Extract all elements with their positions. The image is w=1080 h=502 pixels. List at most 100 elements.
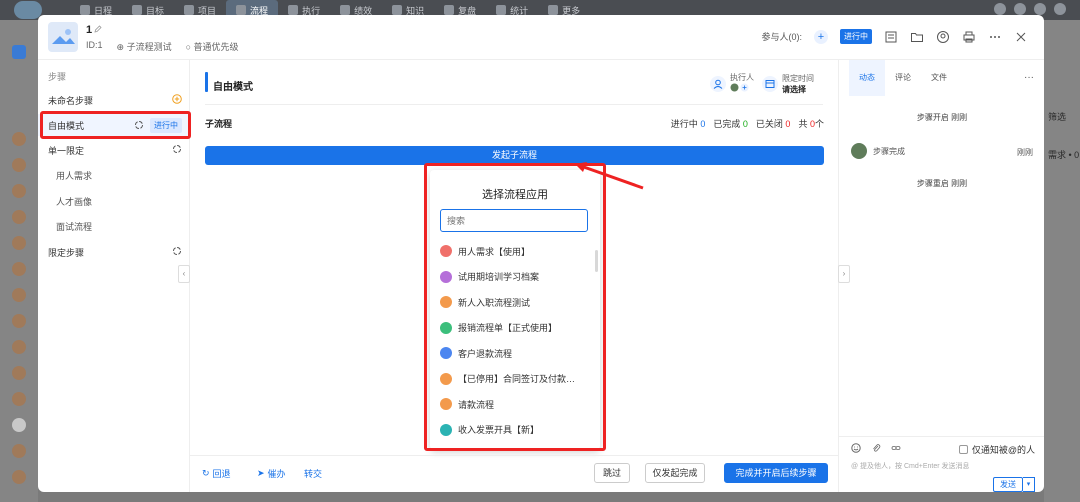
composer-input[interactable]: @ 提及他人，按 Cmd+Enter 发送消息 bbox=[851, 461, 991, 471]
steps-panel: 步骤 未命名步骤 自由模式 进行中 单一限定 用人需求 人才画像 面试流程 限定… bbox=[38, 60, 191, 492]
bg-avatar bbox=[12, 366, 26, 380]
tab-files[interactable]: 文件 bbox=[921, 60, 957, 96]
stat-total: 共 0个 bbox=[798, 119, 824, 129]
bg-avatar bbox=[12, 184, 26, 198]
steps-header: 步骤 bbox=[48, 72, 67, 82]
bg-avatar bbox=[12, 392, 26, 406]
add-step-icon[interactable] bbox=[172, 94, 182, 106]
bg-filter-label: 筛选 bbox=[1048, 112, 1067, 122]
stat-running: 进行中 0 bbox=[670, 119, 706, 129]
flow-meta: ID:1 ⊕ 子流程测试 ○ 普通优先级 bbox=[86, 40, 239, 53]
link-icon[interactable] bbox=[891, 443, 901, 455]
more-icon[interactable]: ··· bbox=[1024, 72, 1034, 83]
bg-avatar bbox=[12, 314, 26, 328]
step-content: 自由模式 执行人 限定时间 请选择 子流程 进行中 0 已完成 0 已关闭 0 … bbox=[190, 60, 838, 492]
participants-label: 参与人(0): bbox=[761, 32, 802, 42]
document-icon[interactable] bbox=[884, 30, 898, 44]
grid-icon bbox=[548, 5, 559, 15]
target-icon bbox=[132, 5, 143, 15]
step-item-single-limit[interactable]: 单一限定 bbox=[38, 139, 190, 161]
edit-pencil-icon[interactable] bbox=[94, 25, 102, 35]
background-sidebar bbox=[0, 20, 38, 502]
close-icon[interactable] bbox=[1014, 30, 1028, 44]
appbar-actions bbox=[994, 3, 1066, 15]
step-subitem-talent-profile[interactable]: 人才画像 bbox=[38, 190, 190, 212]
transfer-button[interactable]: 转交 bbox=[304, 467, 322, 480]
bg-avatar bbox=[12, 210, 26, 224]
deadline-field[interactable]: 限定时间 请选择 bbox=[762, 72, 814, 95]
more-icon[interactable] bbox=[988, 30, 1002, 44]
urge-button[interactable]: ➤ 催办 bbox=[257, 467, 286, 480]
user-icon bbox=[710, 75, 726, 92]
add-participant-button[interactable]: + bbox=[814, 29, 828, 44]
print-icon[interactable] bbox=[962, 30, 976, 44]
back-button[interactable]: ↻ 回退 bbox=[202, 467, 231, 480]
refresh-icon bbox=[172, 144, 182, 156]
bg-avatar bbox=[12, 418, 26, 432]
only-done-button[interactable]: 仅发起完成 bbox=[645, 463, 705, 483]
user-circle-icon[interactable] bbox=[936, 30, 950, 44]
attachment-icon[interactable] bbox=[871, 443, 881, 455]
activity-item: 步骤重启 刚刚 bbox=[916, 179, 968, 188]
tab-activity[interactable]: 动态 bbox=[849, 60, 885, 96]
background-right-panel bbox=[1044, 20, 1080, 502]
step-subitem-hiring-demand[interactable]: 用人需求 bbox=[38, 164, 190, 186]
flow-name-tag: ⊕ 子流程测试 bbox=[116, 42, 172, 52]
bg-avatar bbox=[12, 236, 26, 250]
settings-icon[interactable] bbox=[1054, 3, 1066, 15]
refresh-icon bbox=[172, 246, 182, 258]
step-item-limited[interactable]: 限定步骤 bbox=[38, 241, 190, 263]
chevron-down-icon[interactable]: ▾ bbox=[1023, 477, 1035, 492]
calendar-icon bbox=[762, 75, 778, 92]
modal-header: 1 ID:1 ⊕ 子流程测试 ○ 普通优先级 参与人(0): + 进行中 bbox=[38, 15, 1044, 60]
bg-demand-label: 需求 • 0 bbox=[1048, 150, 1080, 160]
activity-panel: 动态 评论 文件 ··· 步骤开启 刚刚 步骤完成 刚刚 步骤重启 刚刚 仅通知… bbox=[838, 60, 1044, 492]
performance-icon bbox=[340, 5, 351, 15]
avatar bbox=[851, 143, 867, 159]
stat-done: 已完成 0 bbox=[713, 119, 748, 129]
activity-item: 步骤开启 刚刚 bbox=[916, 113, 968, 122]
help-icon[interactable] bbox=[1014, 3, 1026, 15]
execute-icon bbox=[288, 5, 299, 15]
composer-tools bbox=[851, 443, 901, 455]
deadline-label: 限定时间 bbox=[782, 73, 814, 83]
step-action-bar: ↻ 回退 ➤ 催办 转交 跳过 仅发起完成 完成并开启后续步骤 bbox=[190, 455, 838, 492]
folder-icon[interactable] bbox=[910, 30, 924, 44]
flow-title: 1 bbox=[86, 24, 93, 36]
send-icon: ➤ bbox=[257, 468, 265, 478]
collapse-left-chevron-icon[interactable]: ‹ bbox=[178, 265, 190, 283]
bg-avatar bbox=[12, 158, 26, 172]
tab-comments[interactable]: 评论 bbox=[885, 60, 921, 96]
back-icon: ↻ bbox=[202, 468, 210, 478]
flow-id: ID:1 bbox=[86, 40, 103, 50]
bg-avatar bbox=[12, 470, 26, 484]
bg-avatar bbox=[12, 288, 26, 302]
executor-avatars[interactable] bbox=[730, 83, 754, 95]
status-badge[interactable]: 进行中 bbox=[840, 29, 872, 44]
complete-next-button[interactable]: 完成并开启后续步骤 bbox=[724, 463, 828, 483]
activity-item: 步骤完成 刚刚 bbox=[851, 143, 1033, 159]
annotation-arrow bbox=[575, 162, 644, 190]
emoji-icon[interactable] bbox=[851, 443, 861, 455]
bell-icon[interactable] bbox=[994, 3, 1006, 15]
stats-icon bbox=[496, 5, 507, 15]
activity-tabs: 动态 评论 文件 bbox=[839, 60, 1044, 96]
collapse-right-chevron-icon[interactable]: › bbox=[838, 265, 850, 283]
flow-detail-modal: 1 ID:1 ⊕ 子流程测试 ○ 普通优先级 参与人(0): + 进行中 步骤 … bbox=[38, 15, 1044, 492]
step-subitem-interview-flow[interactable]: 面试流程 bbox=[38, 215, 190, 237]
calendar-icon bbox=[80, 5, 90, 15]
bulb-icon[interactable] bbox=[1034, 3, 1046, 15]
skip-button[interactable]: 跳过 bbox=[594, 463, 630, 483]
comment-composer: 仅通知被@的人 @ 提及他人，按 Cmd+Enter 发送消息 发送 ▾ bbox=[839, 436, 1044, 492]
priority-tag[interactable]: ○ 普通优先级 bbox=[186, 40, 239, 53]
highlight-box-picker bbox=[424, 163, 606, 451]
bg-avatar bbox=[12, 262, 26, 276]
send-button[interactable]: 发送 bbox=[993, 477, 1023, 492]
checkbox[interactable] bbox=[958, 445, 968, 454]
bg-avatar bbox=[12, 132, 26, 146]
executor-field[interactable]: 执行人 bbox=[710, 72, 754, 95]
notify-checkbox[interactable]: 仅通知被@的人 bbox=[958, 443, 1035, 456]
flow-thumbnail bbox=[48, 22, 78, 52]
step-item-unnamed[interactable]: 未命名步骤 bbox=[38, 89, 190, 111]
workspace-icon bbox=[12, 45, 26, 59]
